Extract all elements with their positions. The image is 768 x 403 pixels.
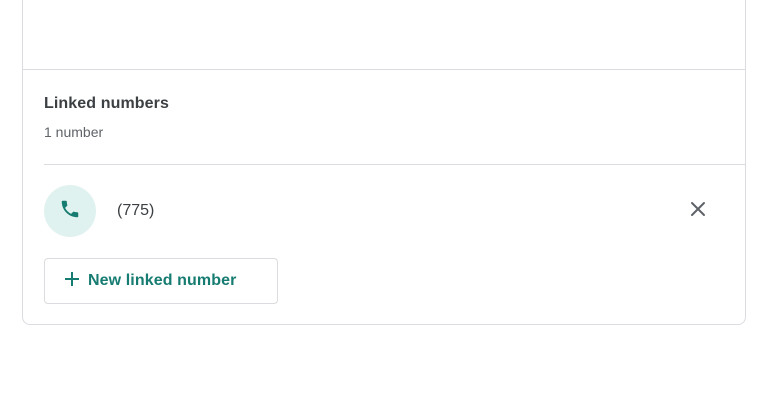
new-linked-number-label: New linked number [88,272,237,289]
linked-number-row: (775) [44,185,725,239]
new-linked-number-button[interactable]: New linked number [44,258,278,304]
close-icon [690,201,706,222]
section-title: Linked numbers [44,95,169,112]
remove-number-button[interactable] [684,197,712,225]
linked-numbers-card: Linked numbers 1 number (775) New linked… [22,0,746,325]
linked-phone-number: (775) [117,202,155,219]
plus-icon [64,271,80,292]
divider [44,164,745,165]
phone-avatar [44,185,96,237]
section-count: 1 number [44,124,104,140]
divider [23,69,745,70]
phone-icon [59,198,81,225]
